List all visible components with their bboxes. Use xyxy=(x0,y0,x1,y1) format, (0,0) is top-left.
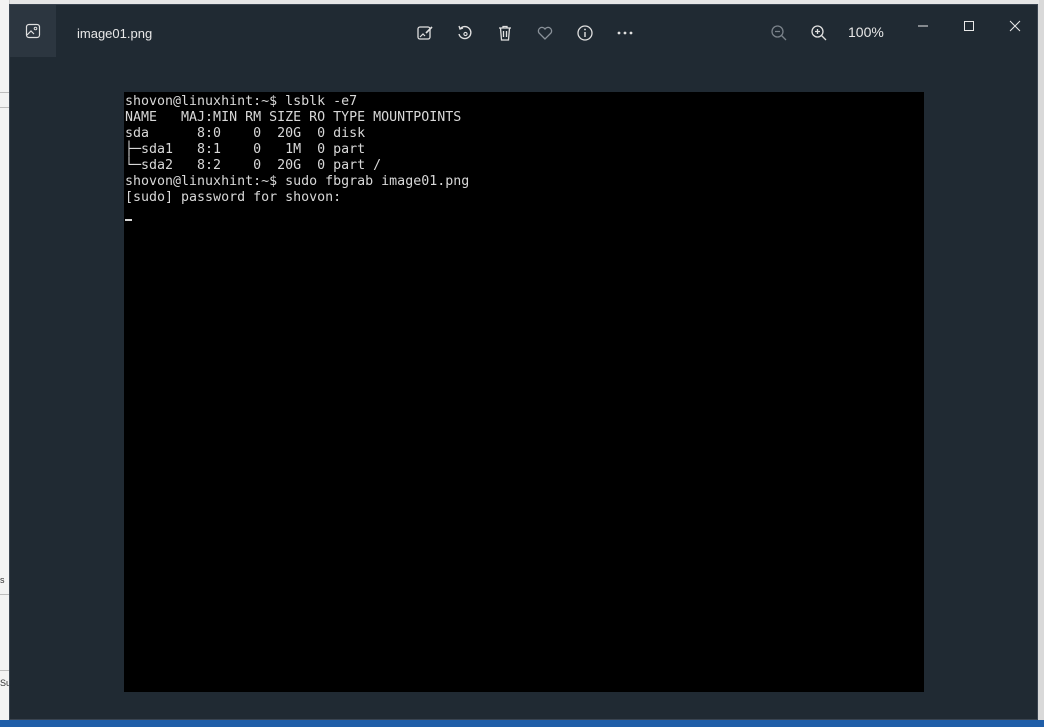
terminal-line: shovon@linuxhint:~$ lsblk -e7 xyxy=(125,94,358,109)
photos-viewer-window: image01.png 100% shovon@linuxhint:~$ lsb… xyxy=(9,4,1038,720)
terminal-line: └─sda2 8:2 0 20G 0 part / xyxy=(125,158,382,173)
zoom-in-icon xyxy=(811,25,827,41)
maximize-button[interactable] xyxy=(949,13,989,39)
terminal-line: NAME MAJ:MIN RM SIZE RO TYPE MOUNTPOINTS xyxy=(125,110,462,125)
rotate-button[interactable] xyxy=(450,19,480,47)
divider xyxy=(0,594,9,595)
divider xyxy=(0,107,9,108)
terminal-cursor xyxy=(125,219,132,221)
divider xyxy=(0,92,9,93)
more-dots-icon xyxy=(617,31,633,35)
divider xyxy=(0,670,9,671)
info-icon xyxy=(577,25,593,41)
edit-image-icon xyxy=(417,26,433,40)
zoom-in-button[interactable] xyxy=(804,19,834,47)
minimize-button[interactable] xyxy=(903,13,943,39)
displayed-image-terminal: shovon@linuxhint:~$ lsblk -e7 NAME MAJ:M… xyxy=(124,92,924,692)
photos-app-icon xyxy=(25,23,41,39)
maximize-icon xyxy=(964,21,974,31)
zoom-out-icon xyxy=(771,25,787,41)
trash-icon xyxy=(499,25,511,41)
terminal-line: sda 8:0 0 20G 0 disk xyxy=(125,126,366,141)
delete-button[interactable] xyxy=(490,19,520,47)
zoom-out-button[interactable] xyxy=(764,19,794,47)
terminal-line: ├─sda1 8:1 0 1M 0 part xyxy=(125,142,366,157)
info-button[interactable] xyxy=(570,19,600,47)
app-icon[interactable] xyxy=(10,5,56,57)
more-options-button[interactable] xyxy=(610,19,640,47)
terminal-line: [sudo] password for shovon: xyxy=(125,190,342,205)
zoom-level[interactable]: 100% xyxy=(848,24,884,40)
favorite-button[interactable] xyxy=(530,19,560,47)
edit-image-button[interactable] xyxy=(410,19,440,47)
heart-icon xyxy=(537,26,553,40)
title-bar: image01.png 100% xyxy=(10,5,1037,57)
minimize-icon xyxy=(918,25,928,27)
terminal-line: shovon@linuxhint:~$ sudo fbgrab image01.… xyxy=(125,174,470,189)
taskbar-edge xyxy=(0,720,1044,727)
window-title: image01.png xyxy=(77,26,153,41)
terminal-cursor-line xyxy=(125,206,924,222)
rotate-icon xyxy=(458,25,472,40)
background-text: s xyxy=(0,575,5,585)
close-icon xyxy=(1009,20,1021,32)
close-button[interactable] xyxy=(995,13,1035,39)
